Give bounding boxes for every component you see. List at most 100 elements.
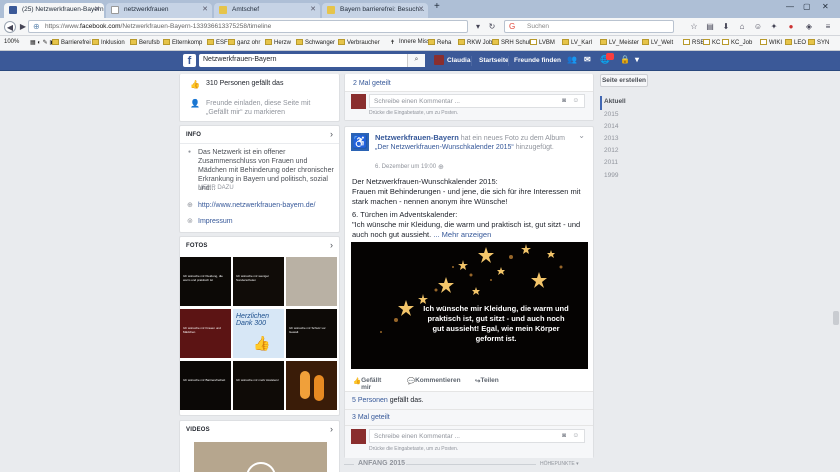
sticker-icon[interactable]: ☺: [572, 97, 579, 104]
album-link[interactable]: „Der Netzwerkfrauen-Wunschkalender 2015“: [375, 144, 514, 151]
photo-thumbnail[interactable]: Ich wünsche mir Barrierefreiheit: [180, 361, 231, 410]
post-timestamp[interactable]: 6. Dezember um 19:00: [375, 164, 436, 170]
maximize-icon[interactable]: ▢: [803, 2, 811, 11]
year-nav-item[interactable]: 1999: [604, 172, 618, 179]
sticker-icon[interactable]: ☺: [572, 432, 579, 439]
bookmark-item[interactable]: SYN: [808, 39, 829, 46]
bookmark-item[interactable]: Reha: [428, 39, 451, 46]
show-more-link[interactable]: ... Mehr anzeigen: [433, 230, 491, 239]
photo-thumbnail[interactable]: [286, 257, 337, 306]
bookmark-item[interactable]: KC: [703, 39, 720, 46]
chevron-right-icon[interactable]: ›: [330, 424, 333, 434]
addon-icon[interactable]: ✦: [768, 21, 780, 33]
bookmark-item[interactable]: LV_Meister: [600, 39, 639, 46]
bookmark-item[interactable]: Schwanger: [296, 39, 335, 46]
more-link[interactable]: MEHR DAZU: [198, 185, 234, 191]
minimize-icon[interactable]: —: [786, 2, 794, 11]
privacy-icon[interactable]: 🔒: [620, 55, 630, 64]
share-button[interactable]: ↪ Teilen: [475, 377, 499, 385]
facebook-logo[interactable]: f: [183, 54, 196, 67]
create-page-button[interactable]: Seite erstellen: [600, 74, 648, 87]
facebook-search-input[interactable]: Netzwerkfrauen-Bayern ⌕: [199, 54, 425, 67]
bookmark-item[interactable]: LV_Karl: [562, 39, 592, 46]
highlights-dropdown[interactable]: HÖHEPUNKTE ▾: [540, 461, 579, 467]
browser-search-input[interactable]: G Suchen: [504, 20, 674, 33]
bookmark-item[interactable]: WIKI: [760, 39, 782, 46]
bookmark-item[interactable]: SRH Schule: [492, 39, 534, 46]
photo-thumbnail[interactable]: Ich wünsche mir weniger Sonderschulen: [233, 257, 284, 306]
account-menu-icon[interactable]: ▾: [635, 55, 639, 64]
find-friends-link[interactable]: Freunde finden: [514, 57, 561, 64]
year-nav-item[interactable]: 2011: [604, 159, 618, 166]
impressum-link[interactable]: Impressum: [198, 218, 233, 225]
camera-icon[interactable]: ◙: [562, 432, 566, 439]
bookmark-item[interactable]: ✝ Innere Miss: [390, 39, 430, 46]
abp-icon[interactable]: ●: [785, 21, 797, 33]
shares-count[interactable]: 2 Mal geteilt: [353, 80, 391, 87]
video-thumbnail[interactable]: [194, 442, 327, 472]
post-image[interactable]: Ich wünsche mir Kleidung, die warm und p…: [351, 242, 588, 369]
smiley-icon[interactable]: ☺: [752, 21, 764, 33]
bookmark-item[interactable]: Berufsb: [130, 39, 160, 46]
bookmark-item[interactable]: Barrierefrei: [52, 39, 91, 46]
close-tab-icon[interactable]: ✕: [310, 5, 316, 13]
photo-thumbnail[interactable]: Ich wünsche mir mehr Assistenz: [233, 361, 284, 410]
bookmark-item[interactable]: Verbraucher: [338, 39, 380, 46]
browser-tab[interactable]: Amtschef ✕: [214, 3, 320, 18]
photo-thumbnail[interactable]: Ich wünsche mir Kleidung, die warm und p…: [180, 257, 231, 306]
browser-tab[interactable]: (25) Netzwerkfrauen-Bayern ✕: [4, 3, 104, 18]
scrollbar[interactable]: [832, 71, 840, 472]
like-button[interactable]: 👍 Gefällt mir: [353, 377, 381, 391]
play-icon[interactable]: [246, 462, 276, 472]
back-button[interactable]: ◀: [4, 21, 16, 33]
bookmark-item[interactable]: RSB: [683, 39, 704, 46]
reload-icon[interactable]: ↻: [486, 21, 498, 33]
year-nav-item[interactable]: 2013: [604, 135, 618, 142]
year-nav-item[interactable]: 2015: [604, 111, 618, 118]
page-name-link[interactable]: Netzwerkfrauen-Bayern: [375, 133, 459, 142]
bookmark-item[interactable]: ESF: [207, 39, 228, 46]
comment-input[interactable]: Schreibe einen Kommentar ... ◙ ☺: [369, 94, 585, 108]
clipboard-icon[interactable]: ▤: [704, 21, 716, 33]
photo-thumbnail[interactable]: Ich wünsche mir Frauen und Mädchen: [180, 309, 231, 358]
new-tab-button[interactable]: +: [434, 1, 440, 12]
bookmark-item[interactable]: Herzw: [265, 39, 291, 46]
close-tab-icon[interactable]: ✕: [94, 5, 100, 13]
dropdown-icon[interactable]: ▾: [472, 21, 484, 33]
bookmark-item[interactable]: LVBM: [530, 39, 555, 46]
chevron-right-icon[interactable]: ›: [330, 240, 333, 250]
close-tab-icon[interactable]: ✕: [202, 5, 208, 13]
home-link[interactable]: Startseite: [479, 57, 509, 64]
menu-icon[interactable]: ≡: [822, 21, 834, 33]
shares-count[interactable]: 3 Mal geteilt: [352, 414, 390, 421]
comment-button[interactable]: 💬 Kommentieren: [407, 377, 461, 385]
camera-icon[interactable]: ◙: [562, 97, 566, 104]
messages-icon[interactable]: ✉: [584, 55, 591, 64]
close-window-icon[interactable]: ✕: [822, 2, 829, 11]
website-link[interactable]: http://www.netzwerkfrauen-bayern.de/: [198, 202, 316, 209]
close-tab-icon[interactable]: ✕: [418, 5, 424, 13]
bookmark-item[interactable]: RKW Job: [458, 39, 492, 46]
star-icon[interactable]: ☆: [688, 21, 700, 33]
shield-icon[interactable]: ◈: [803, 21, 815, 33]
bookmark-item[interactable]: KC_Job: [722, 39, 752, 46]
profile-link[interactable]: Claudia: [447, 57, 470, 64]
browser-tab[interactable]: Bayern barrierefrei: Besuch... ✕: [322, 3, 428, 18]
invite-friends-link[interactable]: Freunde einladen, diese Seite mit „Gefäl…: [206, 99, 334, 117]
chevron-down-icon[interactable]: ⌄: [578, 131, 585, 140]
chevron-right-icon[interactable]: ›: [330, 129, 333, 139]
year-nav-item[interactable]: 2012: [604, 147, 618, 154]
comment-input[interactable]: Schreibe einen Kommentar ... ◙ ☺: [369, 429, 585, 443]
likes-people-link[interactable]: 5 Personen: [352, 397, 388, 404]
avatar[interactable]: [434, 55, 444, 65]
download-icon[interactable]: ⬇: [720, 21, 732, 33]
bookmark-item[interactable]: LV_Welt: [642, 39, 673, 46]
photo-thumbnail[interactable]: Ich wünsche mir Schutz vor Gewalt: [286, 309, 337, 358]
search-icon[interactable]: ⌕: [407, 54, 425, 67]
bookmark-item[interactable]: Inklusion: [92, 39, 125, 46]
bookmark-item[interactable]: LEO: [785, 39, 806, 46]
scrollbar-thumb[interactable]: [833, 311, 839, 325]
year-nav-item[interactable]: 2014: [604, 123, 618, 130]
url-bar[interactable]: ⊕ https://www.facebook.com/Netzwerkfraue…: [28, 20, 468, 33]
photo-thumbnail[interactable]: [286, 361, 337, 410]
